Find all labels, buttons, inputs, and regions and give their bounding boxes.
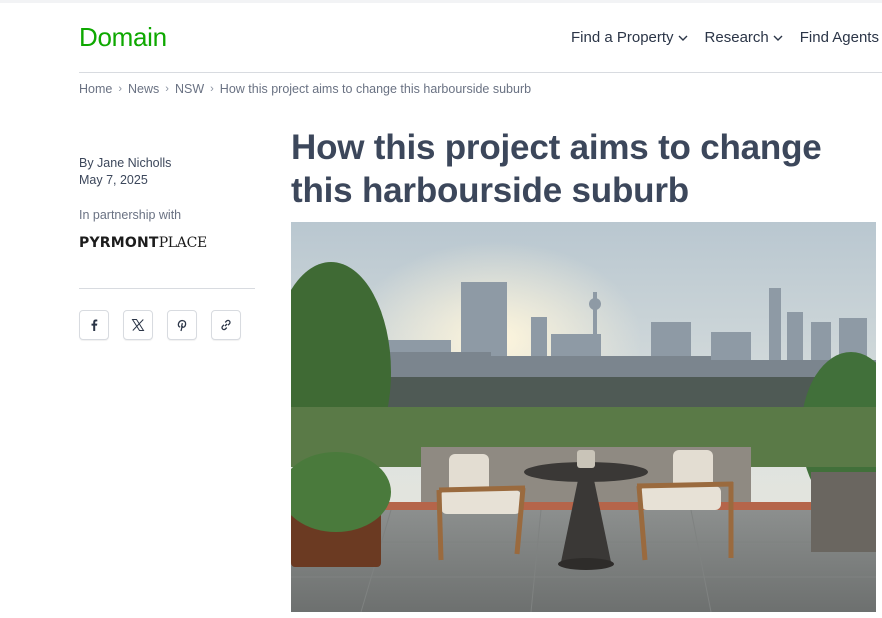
- hero-image[interactable]: [291, 222, 876, 612]
- partner-label: In partnership with: [79, 208, 182, 222]
- breadcrumb-separator: ›: [210, 83, 214, 95]
- share-link-button[interactable]: [211, 310, 241, 340]
- breadcrumb-separator: ›: [118, 83, 123, 95]
- chevron-down-icon: [678, 35, 688, 41]
- article-title: How this project aims to change this har…: [291, 128, 822, 210]
- share-x-button[interactable]: [123, 310, 153, 340]
- chevron-down-icon: [773, 35, 783, 41]
- meta-divider: [79, 288, 255, 289]
- nav-research-label: Research: [704, 29, 769, 46]
- nav-find-agents-label: Find Agents: [799, 29, 879, 46]
- domain-logo[interactable]: Domain: [79, 22, 167, 53]
- nav-find-a-property[interactable]: Find a Property: [571, 29, 689, 46]
- partner-logo-bold: PYRMONT: [79, 235, 159, 251]
- main-nav: Find a Property Research Find Agents: [571, 29, 879, 46]
- pinterest-icon: [177, 319, 187, 332]
- article-meta: By Jane Nicholls May 7, 2025 In partners…: [79, 155, 255, 340]
- share-buttons: [79, 310, 255, 340]
- partner-logo-light: PLACE: [158, 235, 208, 251]
- rooftop-terrace-photo: [291, 222, 876, 612]
- breadcrumb-home[interactable]: Home: [79, 82, 112, 96]
- share-facebook-button[interactable]: [79, 310, 109, 340]
- author-byline[interactable]: By Jane Nicholls: [79, 155, 255, 172]
- x-icon: [131, 319, 145, 331]
- nav-find-agents[interactable]: Find Agents: [800, 29, 879, 46]
- breadcrumb-separator: ›: [165, 83, 169, 95]
- nav-find-a-property-label: Find a Property: [571, 29, 674, 46]
- breadcrumb-nsw[interactable]: NSW: [175, 82, 204, 96]
- nav-research[interactable]: Research: [705, 29, 784, 46]
- breadcrumb: Home › News › NSW › How this project aim…: [79, 82, 531, 96]
- header-divider: [79, 72, 882, 73]
- breadcrumb-news[interactable]: News: [128, 82, 159, 96]
- breadcrumb-current: How this project aims to change this har…: [219, 82, 532, 96]
- facebook-icon: [91, 319, 98, 331]
- site-header: Domain Find a Property Research Find Age…: [0, 0, 882, 72]
- pyrmont-place-logo[interactable]: PYRMONTPLACE: [79, 235, 255, 251]
- link-icon: [221, 319, 231, 331]
- publish-date: May 7, 2025: [79, 173, 148, 187]
- share-pinterest-button[interactable]: [167, 310, 197, 340]
